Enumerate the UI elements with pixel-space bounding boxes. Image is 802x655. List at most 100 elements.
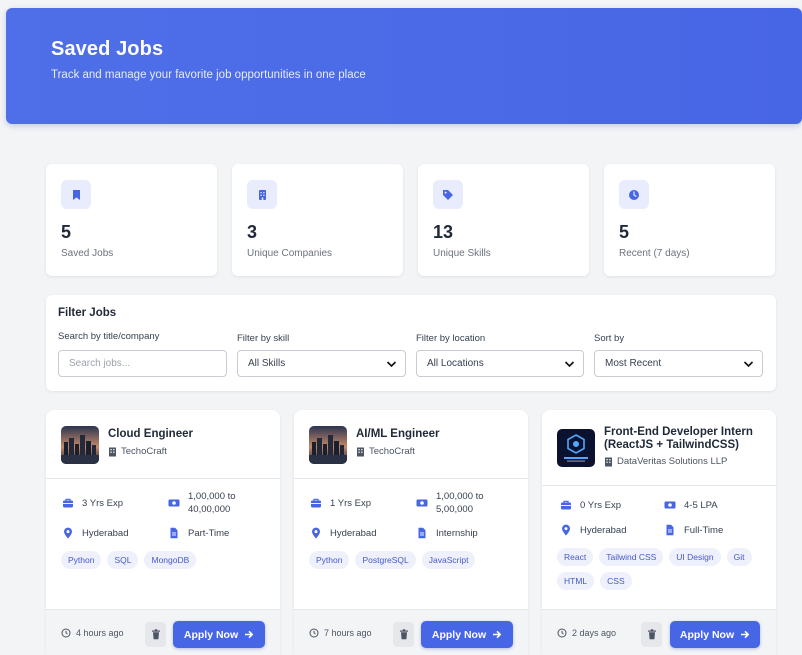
skill-tag: CSS (600, 572, 632, 590)
card-footer: 2 days ago Apply Now (542, 609, 776, 655)
building-icon (605, 457, 612, 466)
location-filter-value: All Locations (427, 358, 484, 369)
experience: 3 Yrs Exp (62, 497, 123, 510)
trash-icon (399, 629, 408, 640)
delete-button[interactable] (393, 622, 414, 647)
filter-panel: Filter Jobs Search by title/company Sear… (46, 295, 776, 391)
search-input[interactable]: Search jobs... (58, 350, 227, 377)
posted-time: 4 hours ago (61, 628, 124, 638)
salary: 1,00,000 to 5,00,000 (416, 490, 508, 516)
apply-now-button[interactable]: Apply Now (670, 621, 760, 648)
page-title: Saved Jobs (51, 38, 164, 60)
clock-icon (619, 180, 649, 209)
skill-tag: HTML (557, 572, 595, 590)
location: Hyderabad (560, 524, 626, 537)
apply-now-button[interactable]: Apply Now (173, 621, 265, 648)
bookmark-icon (61, 180, 91, 209)
card-footer: 7 hours ago Apply Now (294, 609, 528, 655)
stat-card-unique-skills: 13 Unique Skills (418, 164, 589, 276)
chevron-down-icon (743, 361, 754, 368)
money-icon (416, 499, 428, 507)
search-label: Search by title/company (58, 331, 160, 342)
skill-tag: Python (309, 551, 350, 569)
experience: 1 Yrs Exp (310, 497, 371, 510)
briefcase-icon (63, 498, 73, 508)
skill-filter-select[interactable]: All Skills (237, 350, 406, 377)
company-logo (61, 426, 99, 464)
arrow-right-icon (245, 630, 254, 639)
chevron-down-icon (386, 361, 397, 368)
delete-button[interactable] (641, 622, 662, 647)
briefcase-icon (311, 498, 321, 508)
divider (542, 485, 776, 486)
location-pin-icon (312, 527, 320, 539)
sort-select[interactable]: Most Recent (594, 350, 763, 377)
money-icon (168, 499, 180, 507)
skill-filter-label: Filter by skill (237, 333, 290, 344)
document-icon (170, 527, 178, 539)
company-logo (557, 429, 595, 467)
skill-tags: React Tailwind CSS UI Design Git HTML CS… (557, 548, 762, 590)
trash-icon (151, 629, 160, 640)
job-type: Internship (416, 527, 478, 540)
skill-tags: Python PostgreSQL JavaScript (309, 551, 514, 569)
job-card[interactable]: AI/ML Engineer TechoCraft 1 Yrs Exp 1,00… (294, 410, 528, 655)
filter-title: Filter Jobs (58, 307, 117, 319)
salary: 4-5 LPA (664, 499, 718, 512)
stat-value: 3 (247, 222, 258, 242)
job-title[interactable]: Front-End Developer Intern (ReactJS + Ta… (604, 426, 764, 452)
document-icon (418, 527, 426, 539)
building-icon (357, 447, 364, 456)
building-icon (109, 447, 116, 456)
briefcase-icon (561, 500, 571, 510)
location: Hyderabad (310, 527, 376, 540)
skill-tag: MongoDB (144, 551, 197, 569)
stat-value: 5 (61, 222, 72, 242)
money-icon (664, 501, 676, 509)
divider (294, 478, 528, 479)
skill-tag: PostgreSQL (355, 551, 416, 569)
stat-label: Saved Jobs (61, 248, 114, 259)
salary: 1,00,000 to 40,00,000 (168, 490, 260, 516)
skill-tag: SQL (107, 551, 139, 569)
page-header: Saved Jobs Track and manage your favorit… (6, 8, 802, 124)
company-name: DataVeritas Solutions LLP (604, 456, 727, 467)
company-name: TechoCraft (356, 446, 415, 457)
arrow-right-icon (493, 630, 502, 639)
skill-tag: Python (61, 551, 102, 569)
divider (46, 478, 280, 479)
card-footer: 4 hours ago Apply Now (46, 609, 280, 655)
stat-value: 13 (433, 222, 454, 242)
location-pin-icon (562, 524, 570, 536)
company-name: TechoCraft (108, 446, 167, 457)
page-subtitle: Track and manage your favorite job oppor… (51, 69, 366, 81)
chevron-down-icon (564, 361, 575, 368)
location-pin-icon (64, 527, 72, 539)
location-filter-label: Filter by location (416, 333, 486, 344)
skill-tag: Tailwind CSS (599, 548, 664, 566)
delete-button[interactable] (145, 622, 166, 647)
job-type: Full-Time (664, 524, 723, 537)
tag-icon (433, 180, 463, 209)
job-card[interactable]: Cloud Engineer TechoCraft 3 Yrs Exp 1,00… (46, 410, 280, 655)
clock-icon (309, 628, 319, 638)
posted-time: 2 days ago (557, 628, 616, 638)
job-title[interactable]: Cloud Engineer (108, 428, 193, 441)
experience: 0 Yrs Exp (560, 499, 621, 512)
document-icon (666, 524, 674, 536)
apply-now-button[interactable]: Apply Now (421, 621, 513, 648)
job-card[interactable]: Front-End Developer Intern (ReactJS + Ta… (542, 410, 776, 655)
skill-filter-value: All Skills (248, 358, 286, 369)
job-type: Part-Time (168, 527, 229, 540)
stat-card-unique-companies: 3 Unique Companies (232, 164, 403, 276)
location: Hyderabad (62, 527, 128, 540)
skill-tag: React (557, 548, 594, 566)
location-filter-select[interactable]: All Locations (416, 350, 584, 377)
skill-tag: JavaScript (421, 551, 476, 569)
trash-icon (647, 629, 656, 640)
sort-label: Sort by (594, 333, 625, 344)
stat-label: Unique Companies (247, 248, 333, 259)
posted-time: 7 hours ago (309, 628, 372, 638)
building-icon (247, 180, 277, 209)
job-title[interactable]: AI/ML Engineer (356, 428, 440, 441)
